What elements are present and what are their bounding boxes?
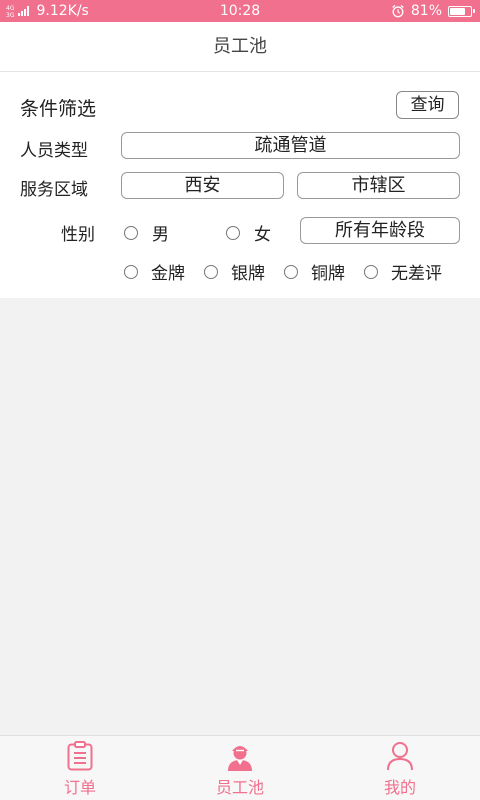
gender-male-label: 男 [152,225,169,245]
level-bronze-radio[interactable]: 铜牌 [284,259,345,284]
staff-icon [228,746,252,771]
page-title: 员工池 [213,36,267,57]
gender-female-radio[interactable]: 女 [226,220,271,245]
tab-orders[interactable]: 订单 [0,736,160,800]
radio-circle-icon [124,225,138,240]
level-gold-radio[interactable]: 金牌 [124,259,185,284]
radio-circle-icon [284,264,298,279]
radio-circle-icon [226,225,240,240]
personnel-type-select[interactable]: 疏通管道 [121,132,460,159]
clipboard-icon [67,741,93,771]
filter-panel: 条件筛选 查询 人员类型 疏通管道 服务区域 西安 市辖区 性别 男 女 所有年… [0,72,480,298]
radio-circle-icon [124,264,138,279]
battery-percent: 81% [410,3,442,19]
tab-staff-pool[interactable]: 员工池 [160,736,320,800]
radio-circle-icon [204,264,218,279]
city-select[interactable]: 西安 [121,172,284,199]
tab-mine[interactable]: 我的 [320,736,480,800]
level-no-bad-radio[interactable]: 无差评 [364,259,442,284]
age-select[interactable]: 所有年龄段 [300,217,460,244]
level-bronze-label: 铜牌 [311,264,345,284]
profile-icon [387,742,413,771]
level-silver-radio[interactable]: 银牌 [204,259,265,284]
tab-staff-pool-label: 员工池 [215,778,264,797]
query-button[interactable]: 查询 [396,91,459,119]
tab-orders-label: 订单 [63,778,96,797]
gender-male-radio[interactable]: 男 [124,220,169,245]
bottom-tab-bar: 订单 员工池 我的 [0,735,480,800]
gender-female-label: 女 [254,225,271,245]
level-gold-label: 金牌 [151,264,185,284]
alarm-icon [392,4,404,18]
filter-title: 条件筛选 [20,98,97,120]
level-no-bad-label: 无差评 [391,264,442,284]
district-select[interactable]: 市辖区 [297,172,460,199]
personnel-type-label: 人员类型 [20,141,88,161]
gender-label: 性别 [61,225,95,245]
page-header: 员工池 [0,22,480,72]
radio-circle-icon [364,264,378,279]
battery-icon [448,5,475,17]
level-silver-label: 银牌 [231,264,265,284]
battery-fill [450,7,465,15]
status-bar: 4G 3G 9.12K/s 10:28 81% [0,0,480,22]
tab-mine-label: 我的 [383,778,416,797]
service-area-label: 服务区域 [20,180,88,200]
status-right: 81% [391,0,475,22]
